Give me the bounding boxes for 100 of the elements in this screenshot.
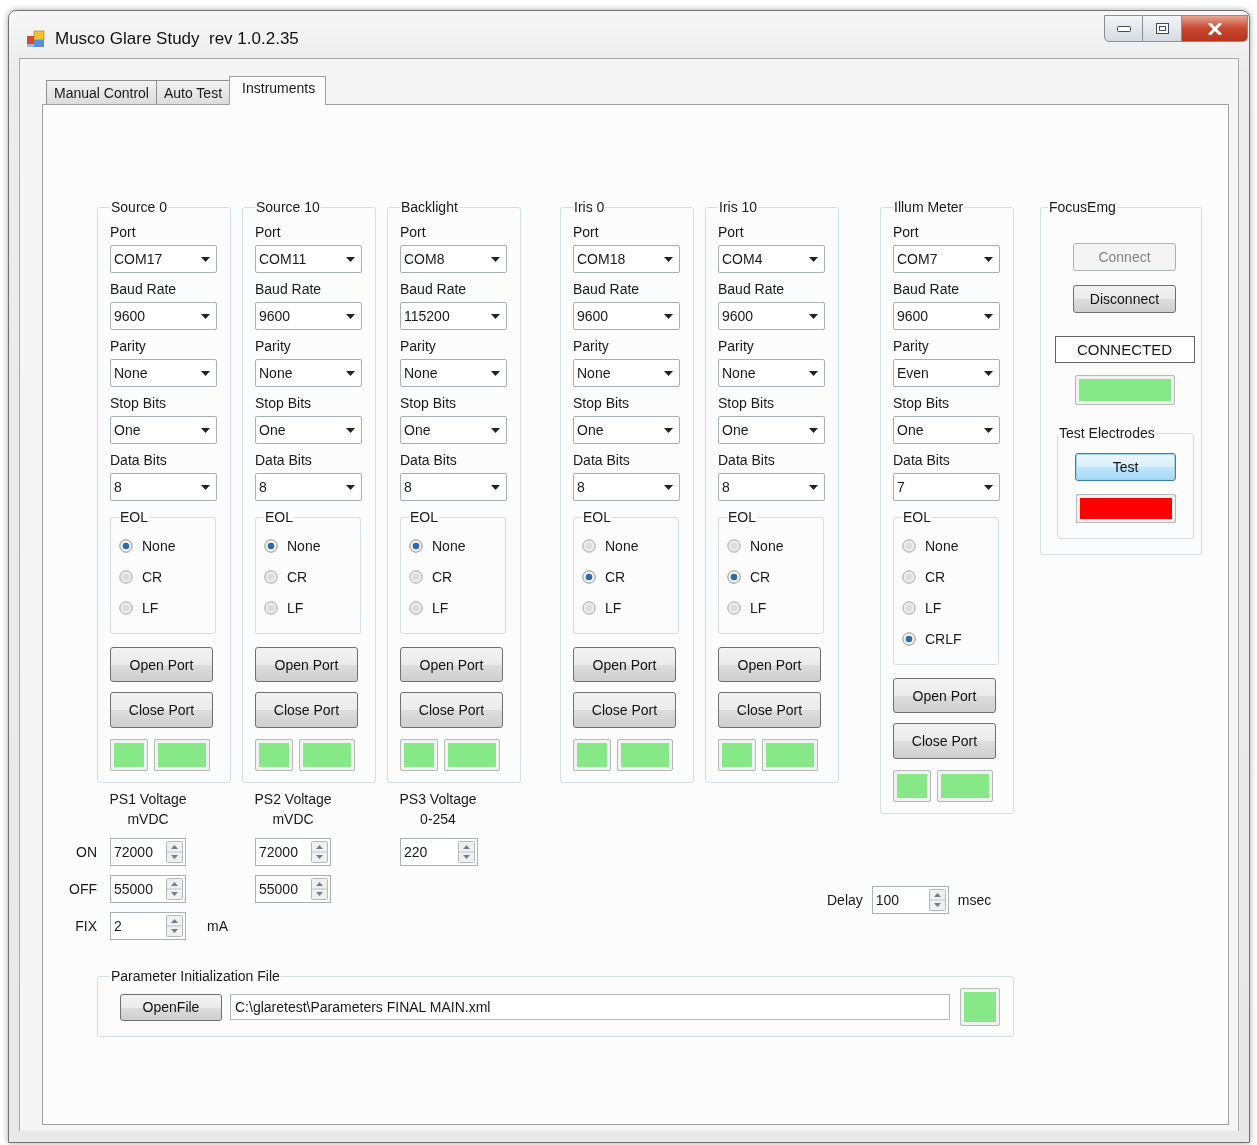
- radio-button[interactable]: [582, 600, 596, 615]
- radio-label[interactable]: None: [142, 537, 176, 554]
- tab[interactable]: Manual Control: [46, 80, 157, 104]
- radio-button[interactable]: [264, 569, 278, 584]
- open-file-button[interactable]: OpenFile: [120, 993, 222, 1021]
- dropdown[interactable]: 9600: [573, 302, 680, 330]
- dropdown[interactable]: 7: [893, 473, 1000, 501]
- dropdown[interactable]: One: [893, 416, 1000, 444]
- port-button[interactable]: Close Port: [718, 692, 821, 728]
- dropdown[interactable]: 9600: [718, 302, 825, 330]
- dropdown[interactable]: None: [110, 359, 217, 387]
- radio-label[interactable]: CR: [750, 568, 771, 585]
- port-button[interactable]: Open Port: [718, 647, 821, 682]
- dropdown[interactable]: Even: [893, 359, 1000, 387]
- spin-arrows-icon[interactable]: [311, 878, 328, 900]
- radio-label[interactable]: CR: [287, 568, 308, 585]
- port-button[interactable]: Open Port: [893, 678, 996, 713]
- port-button[interactable]: Close Port: [255, 692, 358, 728]
- file-path-field[interactable]: C:\glaretest\Parameters FINAL MAIN.xml: [230, 994, 950, 1020]
- radio-button[interactable]: [264, 538, 278, 553]
- radio-button[interactable]: [119, 569, 133, 584]
- radio-button[interactable]: [902, 631, 916, 646]
- number-field[interactable]: 72000: [255, 838, 331, 866]
- dropdown[interactable]: COM4: [718, 245, 825, 273]
- minimize-button[interactable]: [1104, 15, 1143, 42]
- radio-label[interactable]: LF: [605, 599, 622, 616]
- port-button[interactable]: Open Port: [573, 647, 676, 682]
- number-field[interactable]: 2: [110, 912, 186, 940]
- radio-label[interactable]: None: [287, 537, 321, 554]
- port-button[interactable]: Close Port: [110, 692, 213, 728]
- radio-button[interactable]: [902, 538, 916, 553]
- dropdown[interactable]: 8: [110, 473, 217, 501]
- radio-button[interactable]: [119, 600, 133, 615]
- radio-label[interactable]: None: [925, 537, 959, 554]
- dropdown[interactable]: 8: [573, 473, 680, 501]
- dropdown[interactable]: 9600: [110, 302, 217, 330]
- dropdown[interactable]: COM8: [400, 245, 507, 273]
- number-field[interactable]: 72000: [110, 838, 186, 866]
- port-button[interactable]: Close Port: [893, 723, 996, 759]
- radio-label[interactable]: LF: [750, 599, 767, 616]
- spin-arrows-icon[interactable]: [166, 841, 183, 863]
- radio-label[interactable]: CR: [142, 568, 163, 585]
- port-button[interactable]: Open Port: [110, 647, 213, 682]
- test-button[interactable]: Test: [1075, 453, 1176, 481]
- spin-arrows-icon[interactable]: [311, 841, 328, 863]
- dropdown[interactable]: 8: [718, 473, 825, 501]
- number-field[interactable]: 100: [871, 886, 949, 914]
- radio-button[interactable]: [902, 600, 916, 615]
- dropdown[interactable]: COM18: [573, 245, 680, 273]
- radio-button[interactable]: [727, 538, 741, 553]
- dropdown[interactable]: 9600: [255, 302, 362, 330]
- dropdown[interactable]: None: [255, 359, 362, 387]
- radio-button[interactable]: [582, 569, 596, 584]
- radio-button[interactable]: [727, 600, 741, 615]
- radio-label[interactable]: CR: [605, 568, 626, 585]
- radio-button[interactable]: [409, 538, 423, 553]
- port-button[interactable]: Close Port: [573, 692, 676, 728]
- dropdown[interactable]: 9600: [893, 302, 1000, 330]
- dropdown[interactable]: One: [400, 416, 507, 444]
- radio-button[interactable]: [727, 569, 741, 584]
- radio-label[interactable]: None: [605, 537, 639, 554]
- port-button[interactable]: Open Port: [400, 647, 503, 682]
- dropdown[interactable]: COM11: [255, 245, 362, 273]
- radio-label[interactable]: None: [750, 537, 784, 554]
- dropdown[interactable]: One: [573, 416, 680, 444]
- port-button[interactable]: Close Port: [400, 692, 503, 728]
- tab[interactable]: Instruments: [229, 76, 327, 105]
- number-field[interactable]: 220: [400, 838, 478, 866]
- tab[interactable]: Auto Test: [155, 80, 231, 104]
- dropdown[interactable]: One: [110, 416, 217, 444]
- port-button[interactable]: Open Port: [255, 647, 358, 682]
- close-button[interactable]: [1182, 15, 1248, 42]
- spin-arrows-icon[interactable]: [166, 878, 183, 900]
- dropdown[interactable]: None: [718, 359, 825, 387]
- radio-label[interactable]: LF: [925, 599, 942, 616]
- dropdown[interactable]: 115200: [400, 302, 507, 330]
- radio-button[interactable]: [582, 538, 596, 553]
- radio-label[interactable]: LF: [287, 599, 304, 616]
- dropdown[interactable]: One: [718, 416, 825, 444]
- dropdown[interactable]: None: [573, 359, 680, 387]
- radio-button[interactable]: [119, 538, 133, 553]
- connection-button[interactable]: Disconnect: [1073, 285, 1176, 313]
- dropdown[interactable]: One: [255, 416, 362, 444]
- spin-arrows-icon[interactable]: [928, 889, 946, 911]
- radio-label[interactable]: None: [432, 537, 466, 554]
- radio-button[interactable]: [409, 600, 423, 615]
- radio-button[interactable]: [902, 569, 916, 584]
- radio-button[interactable]: [264, 600, 278, 615]
- number-field[interactable]: 55000: [110, 875, 186, 903]
- number-field[interactable]: 55000: [255, 875, 331, 903]
- dropdown[interactable]: COM17: [110, 245, 217, 273]
- spin-arrows-icon[interactable]: [458, 841, 475, 863]
- dropdown[interactable]: COM7: [893, 245, 1000, 273]
- dropdown[interactable]: 8: [400, 473, 507, 501]
- dropdown[interactable]: 8: [255, 473, 362, 501]
- dropdown[interactable]: None: [400, 359, 507, 387]
- spin-arrows-icon[interactable]: [166, 915, 183, 937]
- radio-label[interactable]: LF: [142, 599, 159, 616]
- maximize-button[interactable]: [1143, 15, 1182, 42]
- radio-label[interactable]: CR: [925, 568, 946, 585]
